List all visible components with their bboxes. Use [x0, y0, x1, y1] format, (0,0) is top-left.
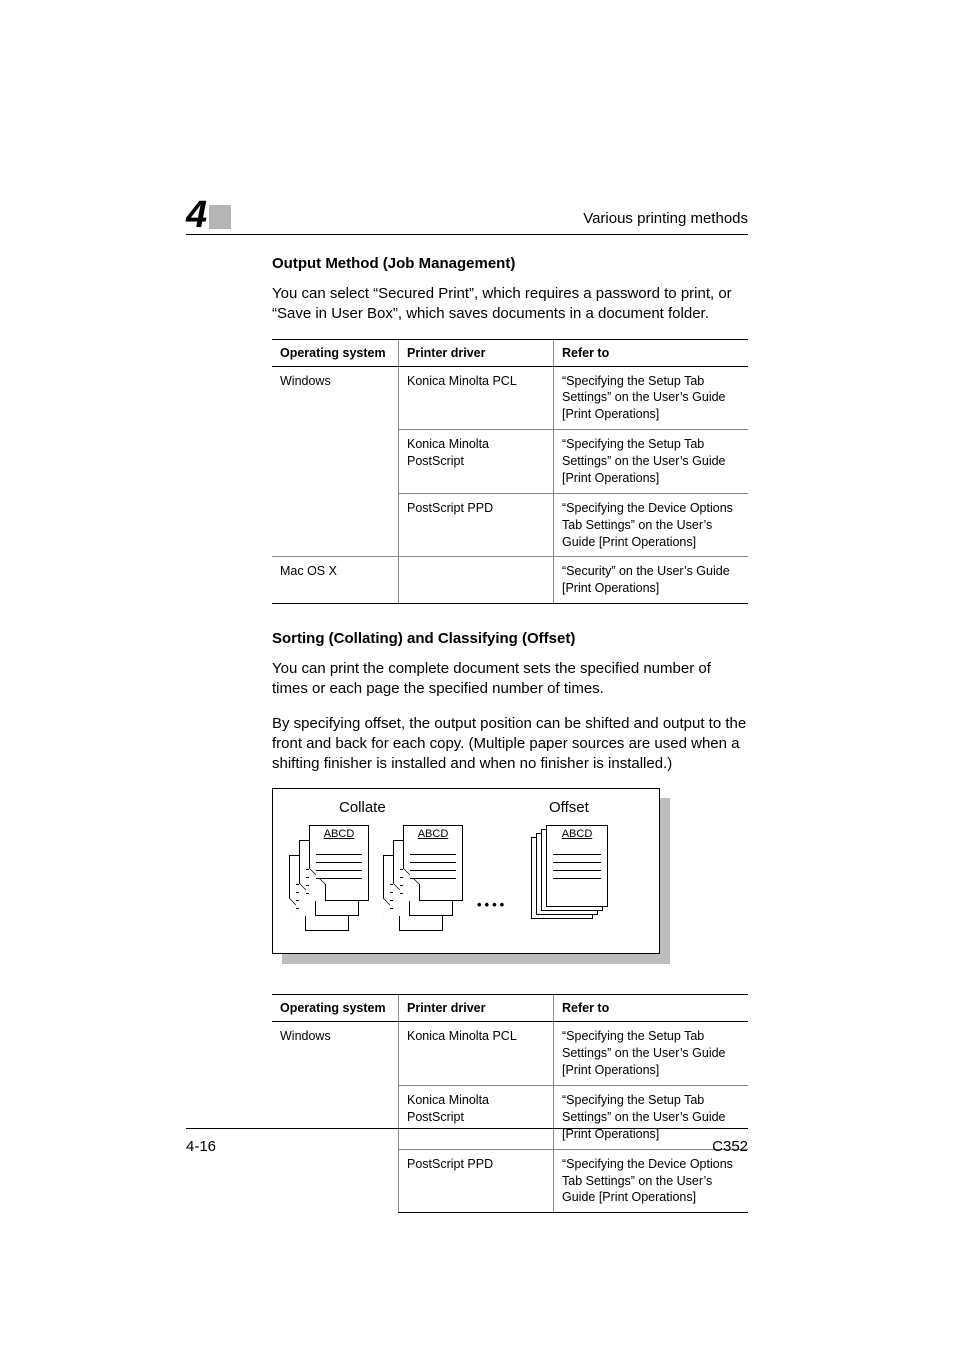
table-row: Mac OS X “Security” on the User’s Guide …: [272, 557, 748, 604]
diagram-label-offset: Offset: [549, 799, 589, 816]
cell-os: Mac OS X: [272, 557, 399, 604]
table-row: Windows Konica Minolta PCL “Specifying t…: [272, 1022, 748, 1086]
model-number: C352: [712, 1138, 748, 1155]
footer-rule: [186, 1128, 748, 1129]
running-header: Various printing methods: [583, 210, 748, 227]
cell-os: Windows: [272, 1022, 399, 1213]
cell-driver: PostScript PPD: [399, 1149, 554, 1213]
th-os: Operating system: [272, 995, 399, 1022]
cell-refer: “Specifying the Setup Tab Settings” on t…: [554, 430, 749, 494]
doc-page: [546, 825, 608, 907]
header-rule: [186, 234, 748, 235]
cell-refer: “Specifying the Setup Tab Settings” on t…: [554, 366, 749, 430]
table-header-row: Operating system Printer driver Refer to: [272, 339, 748, 366]
chapter-number-block: 4: [186, 196, 231, 234]
th-refer: Refer to: [554, 995, 749, 1022]
cell-os: Windows: [272, 366, 399, 557]
table-output-method: Operating system Printer driver Refer to…: [272, 339, 748, 605]
chapter-number-bar: [209, 205, 231, 229]
diagram-box: Collate Offset: [272, 788, 660, 954]
cell-refer: “Specifying the Setup Tab Settings” on t…: [554, 1022, 749, 1086]
section-heading-sorting: Sorting (Collating) and Classifying (Off…: [272, 630, 748, 647]
diagram-container: Collate Offset: [272, 788, 660, 954]
th-refer: Refer to: [554, 339, 749, 366]
cell-driver: Konica Minolta PostScript: [399, 1086, 554, 1150]
content-area: Output Method (Job Management) You can s…: [272, 255, 748, 1239]
doc-page: [403, 825, 463, 901]
th-os: Operating system: [272, 339, 399, 366]
cell-refer: “Security” on the User’s Guide [Print Op…: [554, 557, 749, 604]
th-driver: Printer driver: [399, 995, 554, 1022]
table-header-row: Operating system Printer driver Refer to: [272, 995, 748, 1022]
section-sorting: Sorting (Collating) and Classifying (Off…: [272, 630, 748, 1213]
cell-driver: Konica Minolta PostScript: [399, 430, 554, 494]
diagram-label-collate: Collate: [339, 799, 386, 816]
section1-paragraph: You can select “Secured Print”, which re…: [272, 284, 748, 325]
section-heading-output-method: Output Method (Job Management): [272, 255, 748, 272]
doc-page: [309, 825, 369, 901]
ellipsis-icon: ••••: [477, 897, 507, 912]
cell-driver: PostScript PPD: [399, 493, 554, 557]
page-number: 4-16: [186, 1138, 216, 1155]
cell-refer: “Specifying the Device Options Tab Setti…: [554, 1149, 749, 1213]
cell-driver: Konica Minolta PCL: [399, 1022, 554, 1086]
section2-paragraph1: You can print the complete document sets…: [272, 659, 748, 700]
table-row: Windows Konica Minolta PCL “Specifying t…: [272, 366, 748, 430]
cell-driver: Konica Minolta PCL: [399, 366, 554, 430]
cell-driver: [399, 557, 554, 604]
page: 4 Various printing methods Output Method…: [0, 0, 954, 1351]
th-driver: Printer driver: [399, 339, 554, 366]
chapter-number: 4: [186, 196, 209, 234]
section2-paragraph2: By specifying offset, the output positio…: [272, 714, 748, 775]
table-sorting: Operating system Printer driver Refer to…: [272, 994, 748, 1213]
cell-refer: “Specifying the Device Options Tab Setti…: [554, 493, 749, 557]
